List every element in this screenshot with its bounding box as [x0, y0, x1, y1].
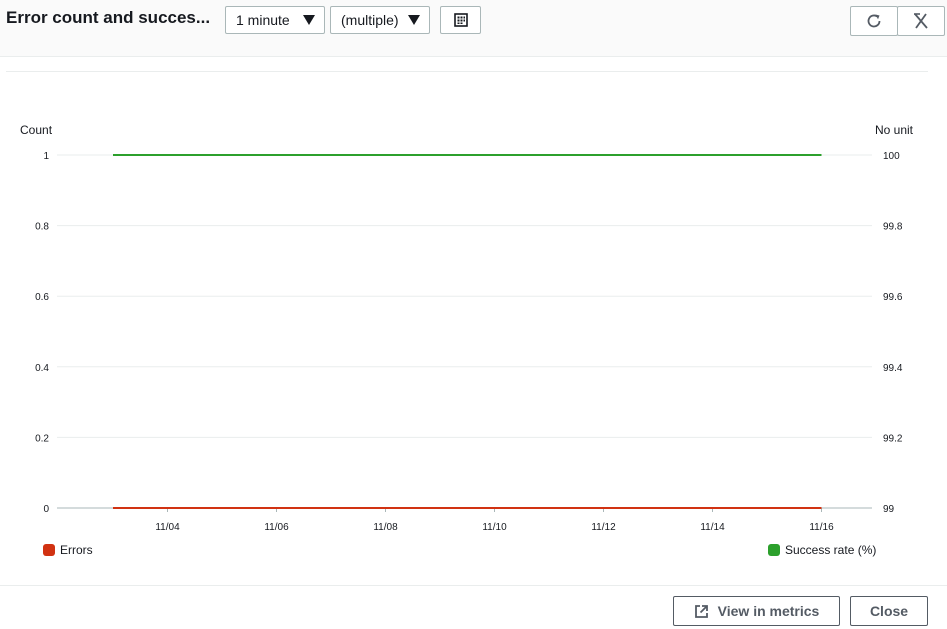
view-in-metrics-button[interactable]: View in metrics: [673, 596, 840, 626]
close-label: Close: [869, 603, 909, 619]
external-link-icon: [694, 604, 708, 618]
collapse-icon: [914, 13, 928, 29]
line-chart: Count No unit 1 100 0.8 99.8 0.6 99.6 0.4 99.4 0.2…: [20, 123, 914, 533]
x-tick-label: 11/04: [155, 522, 180, 533]
statistic-select[interactable]: (multiple): [330, 6, 430, 34]
right-axis-title: No unit: [875, 123, 914, 137]
period-select[interactable]: 1 minute: [225, 6, 325, 34]
left-tick-label: 0.6: [35, 292, 49, 303]
x-tick-label: 11/10: [482, 522, 507, 533]
right-tick-label: 99.2: [883, 433, 903, 444]
left-tick-label: 1: [43, 151, 49, 162]
calendar-button[interactable]: [440, 6, 481, 34]
widget-title: Error count and succes...: [6, 8, 211, 27]
right-tick-label: 99.8: [883, 222, 903, 233]
divider: [6, 71, 928, 72]
right-tick-label: 99: [883, 504, 895, 515]
left-tick-label: 0.2: [35, 433, 49, 444]
x-tick-label: 11/08: [373, 522, 398, 533]
footer-divider: [0, 585, 947, 586]
close-button[interactable]: Close: [850, 596, 928, 626]
legend-success-rate[interactable]: Success rate (%): [768, 543, 876, 557]
right-tick-label: 100: [883, 151, 900, 162]
left-tick-label: 0: [43, 504, 49, 515]
refresh-button[interactable]: [850, 6, 898, 36]
legend-errors-label: Errors: [60, 543, 93, 557]
view-in-metrics-label: View in metrics: [717, 603, 820, 619]
chevron-down-icon: [408, 15, 420, 25]
collapse-button[interactable]: [897, 6, 945, 36]
calendar-grid-icon: [453, 13, 468, 27]
left-axis-title: Count: [20, 123, 53, 137]
period-value: 1 minute: [236, 12, 290, 28]
success-swatch: [768, 544, 780, 556]
right-tick-label: 99.6: [883, 292, 903, 303]
refresh-icon: [867, 14, 881, 28]
x-tick-label: 11/14: [700, 522, 725, 533]
left-tick-label: 0.8: [35, 222, 49, 233]
statistic-value: (multiple): [341, 12, 399, 28]
widget-header: Error count and succes... 1 minute (mult…: [0, 0, 947, 57]
left-tick-label: 0.4: [35, 363, 49, 374]
legend-errors[interactable]: Errors: [43, 543, 93, 557]
x-tick-label: 11/16: [809, 522, 834, 533]
right-tick-label: 99.4: [883, 363, 903, 374]
x-tick-label: 11/06: [264, 522, 289, 533]
x-tick-label: 11/12: [591, 522, 616, 533]
legend-success-label: Success rate (%): [785, 543, 877, 557]
chevron-down-icon: [303, 15, 315, 25]
errors-swatch: [43, 544, 55, 556]
